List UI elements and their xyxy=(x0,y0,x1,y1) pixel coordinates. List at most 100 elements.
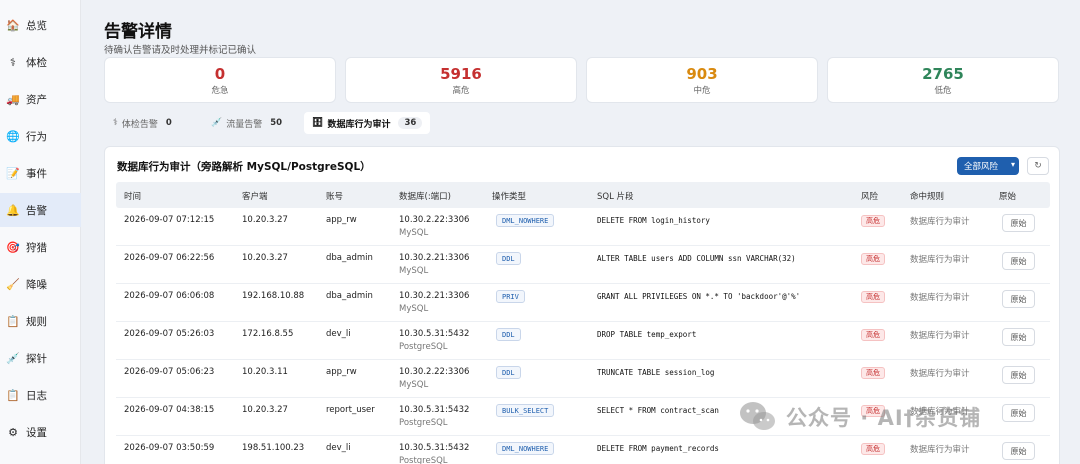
cell-engine: PostgreSQL xyxy=(399,418,448,428)
table-row[interactable]: 2026-09-07 03:50:59 198.51.100.23 dev_li… xyxy=(116,436,1050,464)
log-icon: 📋 xyxy=(6,388,20,402)
sidebar-item-probes[interactable]: 💉 探针 xyxy=(0,341,81,375)
truck-icon: 🚚 xyxy=(6,92,20,106)
sidebar-item-label: 日志 xyxy=(26,389,47,402)
sidebar-item-logs[interactable]: 📋 日志 xyxy=(0,378,81,412)
sidebar-item-label: 体检 xyxy=(26,56,47,69)
database-icon: 🗄 xyxy=(312,118,324,128)
tab-db-audit[interactable]: 🗄 数据库行为审计 36 xyxy=(304,112,431,134)
syringe-icon: 💉 xyxy=(211,118,223,128)
sidebar-item-label: 设置 xyxy=(26,426,47,439)
risk-filter-select[interactable]: 全部风险 ▾ xyxy=(957,157,1019,175)
gear-icon: ⚙ xyxy=(8,425,18,439)
risk-badge: 高危 xyxy=(861,443,885,455)
cell-engine: PostgreSQL xyxy=(399,456,448,464)
risk-badge: 高危 xyxy=(861,329,885,341)
sidebar-item-overview[interactable]: 🏠 总览 xyxy=(0,8,81,42)
raw-button[interactable]: 原始 xyxy=(1002,366,1035,384)
cell-client: 192.168.10.88 xyxy=(242,291,305,301)
stat-value: 2765 xyxy=(922,65,964,83)
risk-badge: 高危 xyxy=(861,253,885,265)
cell-engine: MySQL xyxy=(399,228,429,238)
cell-sql: DELETE FROM payment_records xyxy=(597,444,719,453)
op-type-tag: BULK_SELECT xyxy=(496,404,555,417)
tab-count: 36 xyxy=(398,117,423,129)
watermark-text: 公众号 · AI†杂货铺 xyxy=(786,406,982,430)
raw-button[interactable]: 原始 xyxy=(1002,290,1035,308)
cell-db: 10.30.5.31:5432 xyxy=(399,329,470,339)
raw-button[interactable]: 原始 xyxy=(1002,404,1035,422)
cell-client: 10.20.3.27 xyxy=(242,253,288,263)
op-type-tag: DDL xyxy=(496,328,521,341)
sidebar-item-label: 行为 xyxy=(26,130,47,143)
cell-client: 172.16.8.55 xyxy=(242,329,294,339)
cell-time: 2026-09-07 04:38:15 xyxy=(124,405,215,415)
cell-db: 10.30.5.31:5432 xyxy=(399,443,470,453)
raw-button[interactable]: 原始 xyxy=(1002,442,1035,460)
cell-sql: SELECT * FROM contract_scan xyxy=(597,406,719,415)
stat-value: 903 xyxy=(686,65,718,83)
page-title: 告警详情 xyxy=(104,22,172,42)
sidebar-item-events[interactable]: 📝 事件 xyxy=(0,156,81,190)
op-type-tag: DDL xyxy=(496,252,521,265)
cell-time: 2026-09-07 06:06:08 xyxy=(124,291,215,301)
cell-db: 10.30.2.22:3306 xyxy=(399,215,470,225)
column-header-sql: SQL 片段 xyxy=(597,192,634,202)
sidebar-item-label: 总览 xyxy=(26,19,47,32)
cell-rule: 数据库行为审计 xyxy=(910,293,970,303)
raw-button[interactable]: 原始 xyxy=(1002,328,1035,346)
sidebar-item-label: 降噪 xyxy=(26,278,47,291)
tab-checkup-alerts[interactable]: ⚕ 体检告警 0 xyxy=(105,112,180,134)
sidebar-item-label: 探针 xyxy=(26,352,47,365)
sidebar-item-rules[interactable]: 📋 规则 xyxy=(0,304,81,338)
cell-account: dev_li xyxy=(326,329,351,339)
wechat-logo-icon xyxy=(740,402,775,430)
cell-account: app_rw xyxy=(326,367,357,377)
cell-sql: GRANT ALL PRIVILEGES ON *.* TO 'backdoor… xyxy=(597,292,801,301)
watermark: 公众号 · AI†杂货铺 xyxy=(738,400,981,434)
raw-button[interactable]: 原始 xyxy=(1002,252,1035,270)
page-subtitle: 待确认告警请及时处理并标记已确认 xyxy=(104,45,257,56)
cell-db: 10.30.2.21:3306 xyxy=(399,253,470,263)
broom-icon: 🧹 xyxy=(6,277,20,291)
sidebar: 🏠 总览 ⚕ 体检 🚚 资产 🌐 行为 📝 事件 🔔 告警 🎯 狩猎 🧹 降噪 … xyxy=(0,0,81,464)
table-row[interactable]: 2026-09-07 05:26:03 172.16.8.55 dev_li 1… xyxy=(116,322,1050,360)
risk-filter-value: 全部风险 xyxy=(964,162,999,172)
risk-badge: 高危 xyxy=(861,367,885,379)
sidebar-item-hunting[interactable]: 🎯 狩猎 xyxy=(0,230,81,264)
cell-account: app_rw xyxy=(326,215,357,225)
sidebar-item-assets[interactable]: 🚚 资产 xyxy=(0,82,81,116)
cell-db: 10.30.5.31:5432 xyxy=(399,405,470,415)
sidebar-item-denoise[interactable]: 🧹 降噪 xyxy=(0,267,81,301)
chevron-down-icon: ▾ xyxy=(1010,160,1015,169)
sidebar-item-label: 事件 xyxy=(26,167,47,180)
table-row[interactable]: 2026-09-07 06:22:56 10.20.3.27 dba_admin… xyxy=(116,246,1050,284)
stat-card-medium: 903 中危 xyxy=(586,57,818,103)
cell-time: 2026-09-07 05:06:23 xyxy=(124,367,215,377)
cell-client: 198.51.100.23 xyxy=(242,443,305,453)
tab-label: 数据库行为审计 xyxy=(327,119,391,130)
cell-time: 2026-09-07 06:22:56 xyxy=(124,253,215,263)
sidebar-item-settings[interactable]: ⚙ 设置 xyxy=(0,415,81,449)
bell-icon: 🔔 xyxy=(6,203,20,217)
tab-traffic-alerts[interactable]: 💉 流量告警 50 xyxy=(203,112,290,134)
stat-label: 低危 xyxy=(934,86,952,96)
sidebar-item-checkup[interactable]: ⚕ 体检 xyxy=(0,45,81,79)
sidebar-item-behavior[interactable]: 🌐 行为 xyxy=(0,119,81,153)
raw-button[interactable]: 原始 xyxy=(1002,214,1035,232)
cell-account: report_user xyxy=(326,405,375,415)
cell-rule: 数据库行为审计 xyxy=(910,255,970,265)
sidebar-item-label: 狩猎 xyxy=(26,241,47,254)
refresh-button[interactable]: ↻ xyxy=(1027,157,1049,175)
cell-rule: 数据库行为审计 xyxy=(910,445,970,455)
column-header-account: 账号 xyxy=(326,192,344,202)
cell-db: 10.30.2.21:3306 xyxy=(399,291,470,301)
sidebar-item-alerts[interactable]: 🔔 告警 xyxy=(0,193,81,227)
op-type-tag: DML_NOWHERE xyxy=(496,214,555,227)
cell-engine: MySQL xyxy=(399,304,429,314)
table-row[interactable]: 2026-09-07 05:06:23 10.20.3.11 app_rw 10… xyxy=(116,360,1050,398)
cell-rule: 数据库行为审计 xyxy=(910,217,970,227)
table-row[interactable]: 2026-09-07 06:06:08 192.168.10.88 dba_ad… xyxy=(116,284,1050,322)
table-row[interactable]: 2026-09-07 07:12:15 10.20.3.27 app_rw 10… xyxy=(116,208,1050,246)
cell-sql: DELETE FROM login_history xyxy=(597,216,710,225)
